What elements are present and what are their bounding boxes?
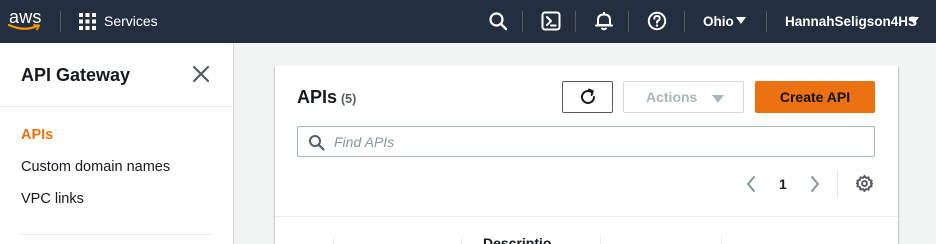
cloudshell-icon[interactable] [541, 11, 561, 31]
actions-button[interactable]: Actions [623, 81, 744, 113]
nav-divider [575, 11, 576, 32]
close-icon[interactable] [192, 65, 210, 83]
create-api-label: Create API [779, 89, 851, 105]
column-header-description[interactable]: Descriptio [483, 235, 551, 244]
create-api-button[interactable]: Create API [755, 81, 875, 113]
region-selector[interactable]: Ohio [703, 13, 734, 30]
top-nav: aws Services Ohio HannahSeligson4HS [0, 0, 936, 43]
help-icon[interactable] [647, 11, 667, 31]
chevron-left-icon[interactable] [744, 174, 758, 194]
nav-divider [522, 11, 523, 32]
search-input[interactable] [334, 127, 854, 156]
page-number[interactable]: 1 [779, 176, 787, 192]
refresh-icon [580, 88, 595, 104]
aws-logo[interactable]: aws [8, 7, 48, 35]
chevron-right-icon[interactable] [808, 174, 822, 194]
api-count: (5) [341, 92, 357, 106]
gear-icon[interactable] [855, 174, 874, 193]
search-icon[interactable] [488, 11, 508, 31]
services-grid-icon[interactable] [79, 13, 96, 30]
column-divider[interactable] [721, 236, 722, 244]
pagination-divider [837, 170, 838, 198]
sidebar-item-vpc-links[interactable]: VPC links [21, 191, 84, 207]
search-icon [309, 135, 325, 151]
column-divider[interactable] [600, 236, 601, 244]
refresh-button[interactable] [562, 81, 613, 113]
column-divider[interactable] [333, 236, 334, 244]
search-field[interactable] [297, 126, 875, 157]
actions-label: Actions [646, 89, 698, 105]
sidebar-item-custom-domain-names[interactable]: Custom domain names [21, 159, 170, 175]
sidebar-item-apis[interactable]: APIs [21, 127, 53, 143]
services-menu[interactable]: Services [104, 13, 158, 30]
table-header-divider [275, 216, 898, 217]
column-divider[interactable] [461, 236, 462, 244]
region-caret-icon[interactable] [736, 17, 746, 24]
account-menu[interactable]: HannahSeligson4HS [785, 13, 917, 30]
account-caret-icon[interactable] [909, 17, 919, 24]
sidebar-divider [0, 106, 233, 107]
aws-smile-icon [8, 24, 41, 31]
sidebar-divider [21, 234, 213, 235]
nav-divider [766, 11, 767, 32]
page-title: APIs [297, 87, 338, 107]
bell-icon[interactable] [594, 11, 614, 31]
apis-panel: APIs (5) Actions Create API 1 Descri [275, 66, 898, 244]
sidebar: API Gateway APIs Custom domain names VPC… [0, 43, 234, 244]
nav-divider [60, 11, 61, 32]
nav-divider [628, 11, 629, 32]
nav-divider [684, 11, 685, 32]
chevron-down-icon [712, 95, 724, 103]
sidebar-title: API Gateway [21, 65, 131, 85]
